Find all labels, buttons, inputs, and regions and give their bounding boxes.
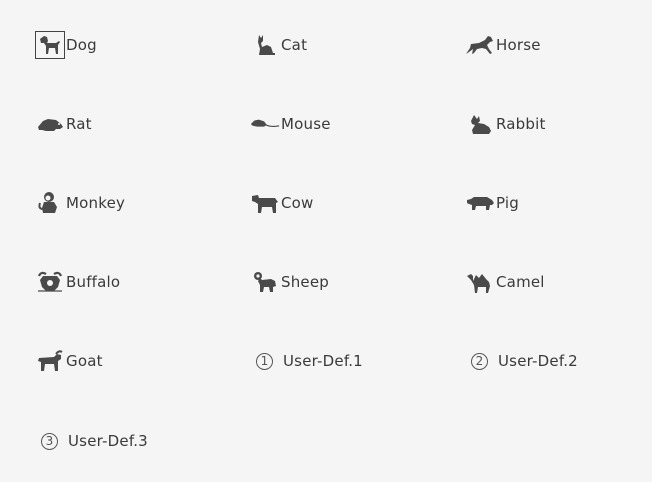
species-option-user-def-1[interactable]: 1 User-Def.1 <box>256 347 363 375</box>
monkey-icon <box>35 189 65 217</box>
circled-1-icon: 1 <box>256 352 273 370</box>
species-option-horse[interactable]: Horse <box>465 31 541 59</box>
horse-icon <box>465 31 495 59</box>
species-option-camel[interactable]: Camel <box>465 268 545 296</box>
species-label: Horse <box>496 36 541 54</box>
species-label: Cat <box>281 36 308 54</box>
species-label: User-Def.2 <box>498 352 578 370</box>
species-label: Dog <box>66 36 97 54</box>
species-option-rabbit[interactable]: Rabbit <box>465 110 546 138</box>
pig-icon <box>465 189 495 217</box>
goat-icon <box>35 347 65 375</box>
rabbit-icon <box>465 110 495 138</box>
species-label: Cow <box>281 194 314 212</box>
species-label: Monkey <box>66 194 126 212</box>
species-option-user-def-3[interactable]: 3 User-Def.3 <box>41 427 148 455</box>
cat-icon <box>250 31 280 59</box>
species-option-pig[interactable]: Pig <box>465 189 519 217</box>
species-option-sheep[interactable]: Sheep <box>250 268 329 296</box>
species-label: Goat <box>66 352 103 370</box>
cow-icon <box>250 189 280 217</box>
species-selector-grid: Dog Cat Horse Rat Mouse Rabbit Monkey Co… <box>0 0 652 482</box>
buffalo-icon <box>35 268 65 296</box>
species-option-goat[interactable]: Goat <box>35 347 103 375</box>
circled-3-icon: 3 <box>41 432 58 450</box>
circled-2-icon: 2 <box>471 352 488 370</box>
species-label: Buffalo <box>66 273 121 291</box>
species-option-mouse[interactable]: Mouse <box>250 110 331 138</box>
rat-icon <box>35 110 65 138</box>
species-option-cat[interactable]: Cat <box>250 31 307 59</box>
species-option-buffalo[interactable]: Buffalo <box>35 268 120 296</box>
species-label: Rat <box>66 115 92 133</box>
species-label: Camel <box>496 273 545 291</box>
species-option-cow[interactable]: Cow <box>250 189 314 217</box>
species-label: User-Def.1 <box>283 352 363 370</box>
dog-icon <box>35 31 65 59</box>
camel-icon <box>465 268 495 296</box>
species-label: User-Def.3 <box>68 432 148 450</box>
species-label: Mouse <box>281 115 331 133</box>
species-label: Pig <box>496 194 520 212</box>
species-option-monkey[interactable]: Monkey <box>35 189 125 217</box>
sheep-icon <box>250 268 280 296</box>
mouse-icon <box>250 110 280 138</box>
species-option-rat[interactable]: Rat <box>35 110 92 138</box>
species-label: Sheep <box>281 273 330 291</box>
species-label: Rabbit <box>496 115 546 133</box>
species-option-dog[interactable]: Dog <box>35 31 97 59</box>
species-option-user-def-2[interactable]: 2 User-Def.2 <box>471 347 578 375</box>
